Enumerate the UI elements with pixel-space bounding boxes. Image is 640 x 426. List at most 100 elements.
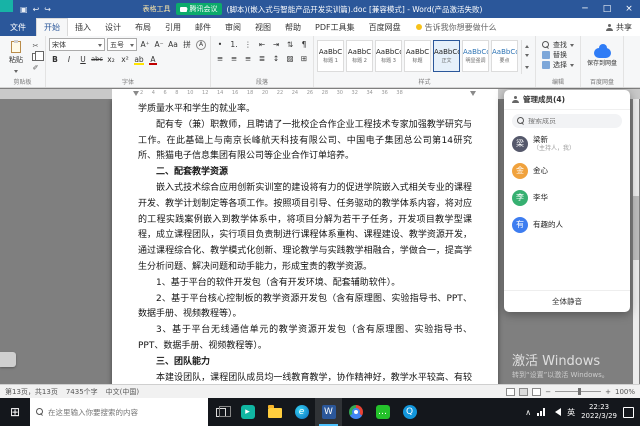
shrink-font-button[interactable]: A⁻ [153, 39, 165, 51]
print-layout-icon[interactable] [519, 388, 528, 396]
bold-button[interactable]: B [49, 53, 61, 65]
sort-button[interactable]: ⇅ [284, 38, 296, 50]
taskbar-search[interactable] [30, 398, 208, 426]
member-row[interactable]: 梁 梁新 （主持人，我） [504, 130, 630, 157]
mute-all-button[interactable]: 全体静音 [504, 290, 630, 312]
member-row[interactable]: 李 李华 [504, 184, 630, 211]
member-row[interactable]: 金 金心 [504, 157, 630, 184]
font-size-select[interactable]: 五号 [107, 38, 137, 51]
save-icon[interactable]: ▣ [20, 5, 28, 14]
tab-view[interactable]: 视图 [248, 18, 278, 36]
cut-button[interactable]: ✂ [29, 40, 42, 51]
gallery-more-icon[interactable] [525, 66, 529, 71]
style-item[interactable]: AaBbC 标题 1 [317, 40, 344, 72]
tab-home[interactable]: 开始 [36, 18, 68, 36]
tab-review[interactable]: 审阅 [218, 18, 248, 36]
subscript-button[interactable]: x₂ [105, 53, 117, 65]
tab-insert[interactable]: 插入 [68, 18, 98, 36]
copy-button[interactable] [29, 51, 42, 62]
page-info[interactable]: 第13页，共13页 [5, 387, 58, 397]
web-layout-icon[interactable] [532, 388, 541, 396]
tell-me-box[interactable]: 告诉我你想要做什么 [416, 18, 497, 36]
find-button[interactable]: 查找 [542, 40, 574, 50]
zoom-percent[interactable]: 100% [615, 388, 635, 396]
member-search-box[interactable] [512, 114, 622, 128]
input-language-indicator[interactable]: 英 [567, 407, 575, 418]
taskbar-qq[interactable]: Q [396, 398, 423, 426]
start-button[interactable]: ⊞ [0, 398, 30, 426]
zoom-out-button[interactable]: − [545, 388, 551, 396]
paste-button[interactable]: 粘贴 [3, 38, 29, 77]
tab-design[interactable]: 设计 [98, 18, 128, 36]
taskbar-search-input[interactable] [48, 408, 188, 417]
tray-expand-icon[interactable]: ∧ [525, 408, 531, 417]
align-left-button[interactable]: ≡ [214, 52, 226, 64]
taskbar-meeting[interactable]: ▸ [234, 398, 261, 426]
zoom-slider[interactable] [555, 391, 601, 392]
floating-widget[interactable] [0, 352, 16, 367]
underline-button[interactable]: U [77, 53, 89, 65]
clock[interactable]: 22:23 2022/3/29 [581, 403, 617, 421]
tab-mailings[interactable]: 邮件 [188, 18, 218, 36]
style-item[interactable]: AaBbCcD 明显强调 [462, 40, 489, 72]
member-row[interactable]: 有 有趣的人 [504, 211, 630, 238]
redo-icon[interactable]: ↪ [44, 5, 51, 14]
zoom-slider-thumb[interactable] [578, 388, 581, 395]
document-page[interactable]: 学质量水平和学生的就业率。 配有专（兼）职教师，且聘请了一批校企合作企业工程技术… [112, 99, 498, 384]
minimize-button[interactable]: ─ [574, 0, 596, 18]
style-item[interactable]: AaBbCcDd 标题 3 [375, 40, 402, 72]
maximize-button[interactable]: □ [596, 0, 618, 18]
tab-baidu-netdisk[interactable]: 百度网盘 [362, 18, 408, 36]
word-count[interactable]: 7435个字 [66, 387, 98, 397]
select-button[interactable]: 选择 [542, 60, 574, 70]
italic-button[interactable]: I [63, 53, 75, 65]
font-family-select[interactable]: 宋体 [49, 38, 105, 51]
undo-icon[interactable]: ↩ [33, 5, 40, 14]
scroll-up-icon[interactable] [525, 43, 529, 48]
zoom-in-button[interactable]: + [605, 388, 611, 396]
language-indicator[interactable]: 中文(中国) [106, 387, 139, 397]
volume-icon[interactable] [551, 408, 561, 416]
task-view-button[interactable] [208, 398, 234, 426]
scrollbar-thumb[interactable] [633, 196, 639, 260]
taskbar-chrome[interactable] [342, 398, 369, 426]
strikethrough-button[interactable]: abc [91, 53, 103, 65]
pilcrow-button[interactable]: ¶ [298, 38, 310, 50]
save-to-netdisk-button[interactable]: 保存到网盘 [584, 38, 620, 77]
line-spacing-button[interactable]: ↕ [270, 52, 282, 64]
numbering-button[interactable]: 1. [228, 38, 240, 50]
read-mode-icon[interactable] [506, 388, 515, 396]
style-item[interactable]: AaBbCcDd 要点 [491, 40, 518, 72]
tab-file[interactable]: 文件 [0, 18, 36, 36]
grow-font-button[interactable]: A⁺ [139, 39, 151, 51]
member-search-input[interactable] [528, 118, 616, 125]
pinyin-guide-button[interactable]: 拼 [181, 39, 193, 51]
network-icon[interactable] [537, 408, 545, 416]
increase-indent-button[interactable]: ⇥ [270, 38, 282, 50]
taskbar-word-active[interactable]: W [315, 398, 342, 426]
scroll-down-icon[interactable] [525, 54, 529, 59]
shading-button[interactable]: ▨ [284, 52, 296, 64]
style-item[interactable]: AaBbC 标题 [404, 40, 431, 72]
tab-layout[interactable]: 布局 [128, 18, 158, 36]
tab-references[interactable]: 引用 [158, 18, 188, 36]
style-item-selected[interactable]: AaBbCcD 正文 [433, 40, 460, 72]
font-color-button[interactable]: A [147, 53, 159, 65]
change-case-button[interactable]: Aa [167, 39, 179, 51]
vertical-scrollbar[interactable] [633, 99, 639, 384]
borders-button[interactable]: ⊞ [298, 52, 310, 64]
share-button[interactable]: 共享 [606, 18, 632, 36]
enclose-characters-button[interactable]: A [196, 40, 206, 50]
close-button[interactable]: × [618, 0, 640, 18]
format-painter-button[interactable]: ✐ [29, 62, 42, 73]
indent-marker-right[interactable] [470, 91, 476, 99]
decrease-indent-button[interactable]: ⇤ [256, 38, 268, 50]
align-center-button[interactable]: ≡ [228, 52, 240, 64]
tab-help[interactable]: 帮助 [278, 18, 308, 36]
replace-button[interactable]: 替换 [542, 50, 574, 60]
tab-pdf-tools[interactable]: PDF工具集 [308, 18, 362, 36]
align-right-button[interactable]: ≡ [242, 52, 254, 64]
bullets-button[interactable]: • [214, 38, 226, 50]
superscript-button[interactable]: x² [119, 53, 131, 65]
indent-marker-left[interactable] [133, 91, 139, 99]
